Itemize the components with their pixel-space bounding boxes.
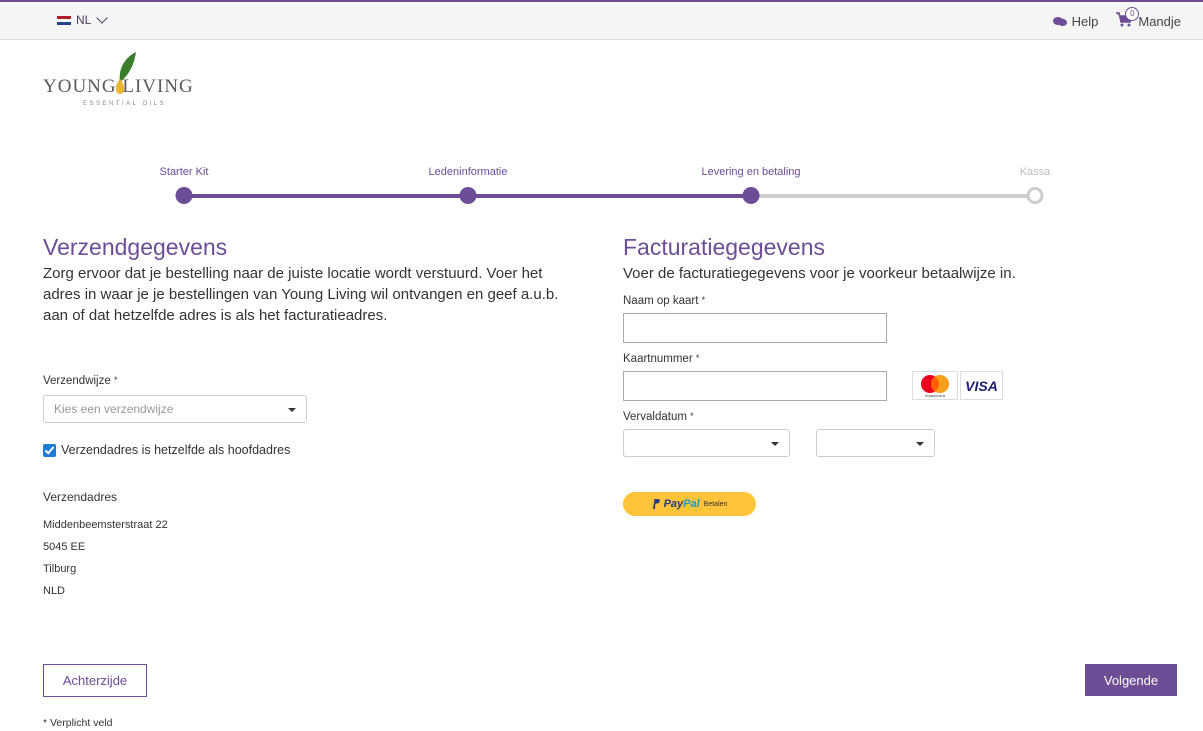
shipping-method-placeholder: Kies een verzendwijze [54, 402, 174, 416]
step-dot-levering [742, 187, 760, 204]
checkout-progress: Starter Kit Ledeninformatie Levering en … [0, 166, 1203, 206]
same-address-checkbox-row[interactable]: Verzendadres is hetzelfde als hoofdadres [43, 443, 290, 457]
shipping-method-select[interactable]: Kies een verzendwijze [43, 395, 307, 423]
card-name-label: Naam op kaart * [623, 295, 705, 307]
svg-text:mastercard: mastercard [925, 394, 945, 398]
required-mark: * [113, 375, 118, 385]
logo-subtitle: ESSENTIAL OILS [83, 101, 167, 107]
paypal-p-icon [652, 499, 660, 509]
same-address-label: Verzendadres is hetzelfde als hoofdadres [61, 443, 291, 457]
next-button[interactable]: Volgende [1085, 664, 1177, 696]
young-living-logo[interactable]: YOUNG LIVING ESSENTIAL OILS [43, 52, 223, 116]
step-label-kassa: Kassa [1019, 166, 1051, 178]
logo-brand-text: YOUNG LIVING [43, 76, 194, 97]
accepted-cards: mastercard VISA [912, 371, 1003, 400]
expiry-year-select[interactable] [816, 429, 935, 457]
mastercard-circles-icon: mastercard [921, 375, 949, 398]
card-name-label-text: Naam op kaart [623, 295, 699, 307]
shipping-title: Verzendgegevens [43, 234, 228, 260]
paypal-action-label: Betalen [703, 500, 728, 508]
progress-track-remaining [751, 194, 1035, 198]
shipping-address-heading: Verzendadres [43, 490, 118, 504]
required-field-footnote: * Verplicht veld [43, 717, 113, 729]
visa-logo-icon: VISA [960, 371, 1003, 400]
language-selector[interactable]: NL [57, 12, 109, 27]
cart-count-badge: 0 [1125, 7, 1140, 21]
required-mark: * [690, 411, 694, 421]
help-label: Help [1071, 13, 1099, 29]
shipping-method-label-text: Verzendwijze [43, 375, 111, 387]
required-mark: * [695, 353, 700, 363]
step-dot-kassa [1026, 187, 1044, 204]
step-label-levering: Levering en betaling [701, 166, 801, 178]
billing-intro: Voer de facturatiegegevens voor je voork… [623, 265, 1016, 282]
address-line-street: Middenbeemsterstraat 22 [43, 519, 168, 531]
step-label-ledeninformatie: Ledeninformatie [428, 166, 508, 178]
address-line-postcode: 5045 EE [43, 541, 86, 553]
billing-section: Facturatiegegevens Voer de facturatiegeg… [623, 234, 1163, 284]
chevron-down-icon [96, 12, 109, 24]
card-number-label: Kaartnummer * [623, 353, 699, 365]
expiry-label: Vervaldatum * [623, 411, 694, 423]
address-line-city: Tilburg [43, 563, 77, 575]
card-number-input[interactable] [623, 371, 887, 401]
card-name-input[interactable] [623, 313, 887, 343]
cart-icon-wrapper: 0 [1116, 7, 1140, 30]
caret-down-icon [916, 442, 924, 446]
step-label-starter-kit: Starter Kit [159, 166, 209, 178]
shipping-section: Verzendgegevens Zorg ervoor dat je beste… [43, 234, 583, 326]
cart-label: Mandje [1138, 13, 1181, 29]
expiry-month-select[interactable] [623, 429, 790, 457]
chat-bubbles-icon [1052, 16, 1067, 26]
address-line-country: NLD [43, 585, 66, 597]
same-address-checkbox[interactable] [43, 443, 56, 457]
netherlands-flag-icon [57, 15, 71, 25]
help-link[interactable]: Help [1052, 13, 1099, 29]
caret-down-icon [288, 408, 296, 412]
step-dot-ledeninformatie [459, 187, 477, 204]
language-label: NL [76, 13, 92, 27]
paypal-wordmark: PayPal [663, 498, 700, 510]
shipping-intro: Zorg ervoor dat je bestelling naar de ju… [43, 265, 559, 324]
shipping-method-label: Verzendwijze * [43, 375, 117, 387]
caret-down-icon [771, 442, 779, 446]
back-button[interactable]: Achterzijde [43, 664, 147, 697]
card-number-label-text: Kaartnummer [623, 353, 693, 365]
top-bar: NL Help 0 Mandje [0, 0, 1203, 40]
paypal-button[interactable]: PayPal Betalen [623, 492, 756, 516]
step-dot-starter-kit [175, 187, 193, 204]
billing-title: Facturatiegegevens [623, 234, 826, 260]
required-mark: * [701, 295, 706, 305]
expiry-label-text: Vervaldatum [623, 411, 687, 423]
cart-link[interactable]: 0 Mandje [1116, 7, 1181, 30]
mastercard-logo-icon: mastercard [912, 371, 958, 400]
